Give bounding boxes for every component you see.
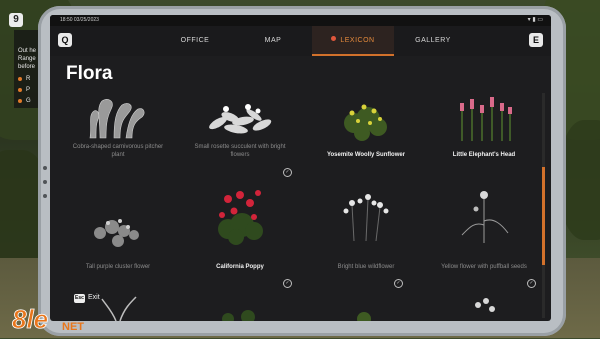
objective-item-3: G	[26, 98, 31, 104]
tab-lexicon[interactable]: LEXICON	[312, 26, 394, 56]
elephant-head-image	[460, 97, 512, 141]
flora-label: California Poppy	[216, 264, 264, 270]
blue-wildflower-image	[343, 194, 389, 242]
california-poppy-image	[218, 190, 263, 245]
prev-tab-key[interactable]: Q	[58, 33, 72, 47]
plant-image	[357, 312, 371, 321]
page-title: Flora	[66, 63, 113, 84]
scrollbar-thumb[interactable]	[542, 167, 545, 265]
top-navigation: Q OFFICE MAP LEXICON GALLERY E	[50, 26, 551, 56]
svg-text:8le: 8le	[12, 304, 48, 334]
tab-map[interactable]: MAP	[238, 26, 308, 56]
tab-gallery[interactable]: GALLERY	[398, 26, 468, 56]
objective-item-1: R	[26, 76, 31, 82]
tab-lexicon-label: LEXICON	[340, 37, 375, 44]
objective-item-2: P	[26, 87, 31, 93]
flora-grid: Cobra-shaped carnivorous pitcher plant S…	[66, 93, 536, 321]
site-watermark-logo: 8le NET	[10, 300, 130, 335]
discovered-check-icon: ✓	[283, 279, 292, 288]
objective-bullet-icon	[18, 99, 22, 103]
woolly-sunflower-image	[344, 104, 387, 141]
flora-label: Yellow flower with puffball seeds	[441, 264, 527, 270]
purple-cluster-image	[94, 219, 139, 247]
flora-label: Cobra-shaped carnivorous pitcher plant	[72, 144, 164, 158]
objective-text-1: Out he	[18, 48, 37, 54]
discovered-check-icon: ✓	[283, 168, 292, 177]
flora-label: Tall purple cluster flower	[85, 264, 151, 270]
discovered-check-icon: ✓	[527, 279, 536, 288]
plant-image	[222, 310, 255, 321]
svg-text:NET: NET	[62, 321, 84, 333]
tablet-sensor-icon	[43, 194, 47, 198]
lexicon-dot-icon	[331, 36, 337, 41]
status-bar: 18:50 03/25/2023 ▾ ▮ ▭	[50, 15, 551, 26]
objective-bullet-icon	[18, 88, 22, 92]
tablet-sensor-icon	[43, 166, 47, 170]
objective-text-3: before	[18, 64, 36, 70]
puffball-flower-image	[461, 191, 509, 243]
level-badge: 9	[9, 13, 23, 27]
objective-bullet-icon	[18, 77, 22, 81]
status-time: 18:50 03/25/2023	[60, 17, 99, 23]
tablet-sensor-icon	[43, 180, 47, 184]
flora-label: Small rosette succulent with bright flow…	[194, 144, 286, 158]
status-icons: ▾ ▮ ▭	[527, 17, 543, 23]
discovered-check-icon: ✓	[394, 279, 403, 288]
flora-label: Yosemite Woolly Sunflower	[326, 152, 406, 158]
pitcher-plant-image	[89, 99, 145, 139]
flora-label: Little Elephant's Head	[452, 152, 516, 158]
next-tab-key[interactable]: E	[529, 33, 543, 47]
objective-text-2: Range	[18, 56, 36, 62]
plant-image	[475, 298, 495, 312]
tablet-screen: 18:50 03/25/2023 ▾ ▮ ▭ Q OFFICE MAP LEXI…	[50, 15, 551, 321]
flora-label: Bright blue wildflower	[337, 264, 395, 270]
succulent-image	[209, 104, 272, 134]
tab-office[interactable]: OFFICE	[160, 26, 230, 56]
